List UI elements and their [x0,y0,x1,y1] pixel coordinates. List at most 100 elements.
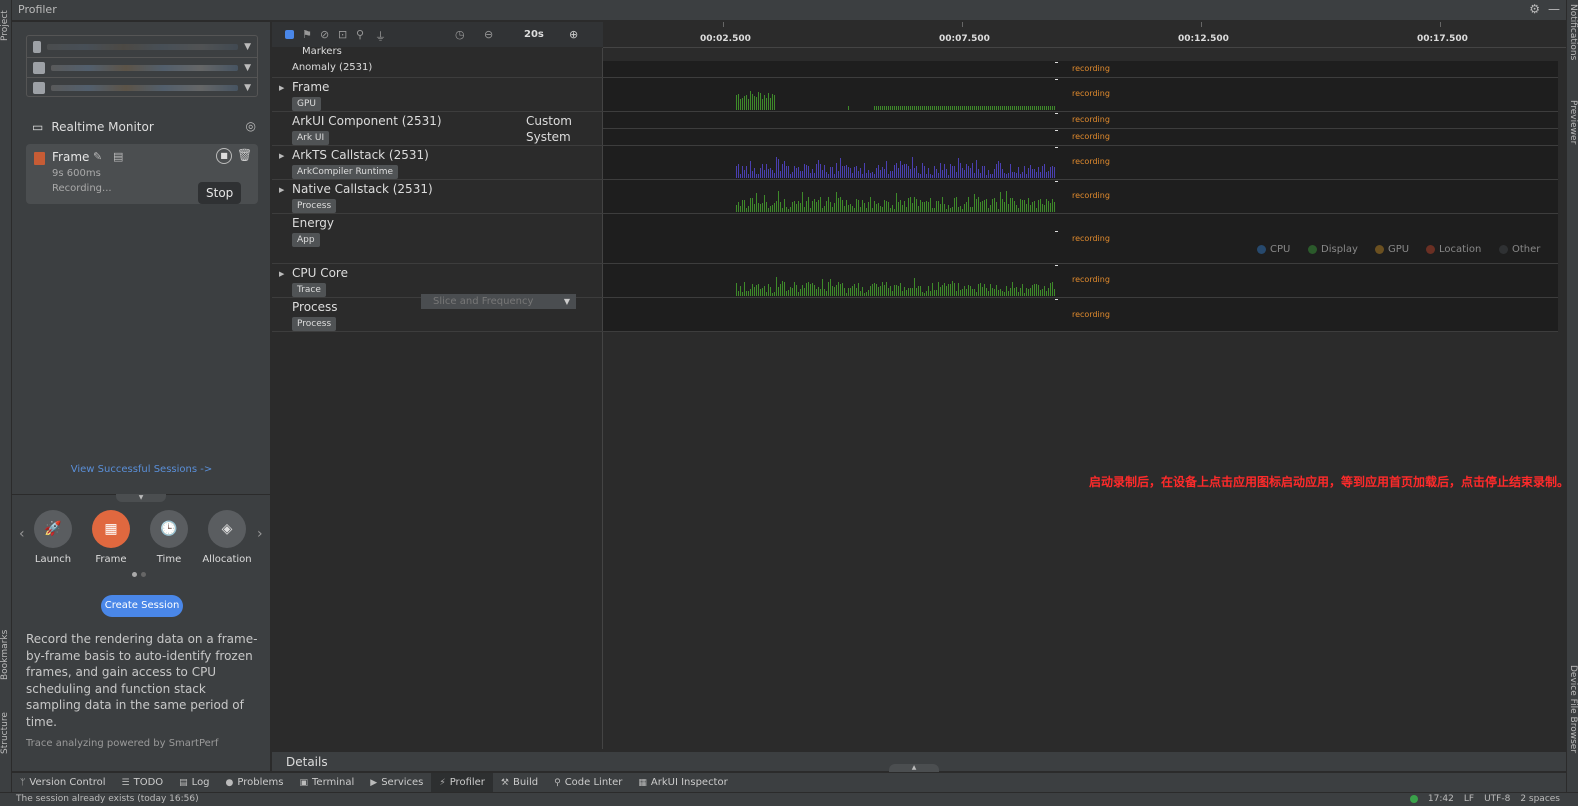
activity-bar [804,287,805,296]
tab-arkui-inspector[interactable]: ▦ ArkUI Inspector [630,773,735,793]
structure-tab[interactable]: Structure [0,705,12,761]
activity-bar [1022,284,1023,296]
activity-bar [792,287,793,296]
cpu-view-mode-select[interactable]: Slice and Frequency ▼ [421,294,576,309]
activity-bar [920,286,921,296]
track-arkui-component[interactable]: ArkUI Component (2531) Ark UI Custom Sys… [272,112,603,146]
activity-bar [982,106,983,110]
bookmarks-tab[interactable]: Bookmarks [0,625,12,685]
search-icon[interactable]: ⚲ [356,28,364,41]
activity-bar [944,164,945,178]
tab-services[interactable]: ▶ Services [362,773,431,793]
device-select[interactable]: ▼ [33,37,251,57]
record-icon[interactable] [285,30,294,39]
device-file-browser-tab[interactable]: Device File Browser [1566,665,1578,770]
task-allocation[interactable]: ◈ Allocation [197,510,257,565]
zoom-out-icon[interactable]: ⊖ [484,28,493,41]
activity-bar [932,208,933,212]
flag-icon[interactable]: ⚑ [302,28,312,41]
activity-bar [956,172,957,178]
notifications-tab[interactable]: Notifications [1566,4,1578,84]
chevron-down-icon[interactable]: ▼ [244,83,251,93]
block-icon[interactable]: ⊘ [320,28,329,41]
minimize-icon[interactable]: — [1548,2,1560,16]
track-frame[interactable]: ▶ Frame GPU [272,78,603,112]
activity-bar [1000,163,1001,178]
chevron-down-icon[interactable]: ▼ [244,42,251,52]
activity-bar [878,165,879,178]
legend-label: Display [1321,244,1358,255]
cursor-position[interactable]: 17:42 [1428,794,1454,804]
activity-bar [828,282,829,296]
activity-bar [752,94,753,110]
task-launch[interactable]: 🚀 Launch [23,510,83,565]
activity-bar [978,169,979,178]
tab-problems[interactable]: ● Problems [218,773,292,793]
settings-icon[interactable]: ⚙ [1529,2,1540,16]
activity-bar [888,173,889,178]
activity-bar [880,106,881,110]
tab-build[interactable]: ⚒ Build [493,773,546,793]
track-data-area[interactable]: recording recording recording recording … [603,48,1569,749]
snapshot-icon[interactable]: ⊡ [338,28,347,41]
tab-profiler[interactable]: ⚡ Profiler [431,772,493,793]
chevron-down-icon[interactable]: ▼ [244,63,251,73]
tab-todo[interactable]: ☰ TODO [114,773,172,793]
stop-icon[interactable]: ■ [216,148,232,164]
activity-bar [824,288,825,296]
subtrack-custom: Custom [526,114,572,128]
chevron-right-icon[interactable]: › [257,526,263,542]
track-arkts-callstack[interactable]: ▶ ArkTS Callstack (2531) ArkCompiler Run… [272,146,603,180]
recording-label: recording [1072,157,1110,166]
activity-bar [940,287,941,296]
activity-bar [912,202,913,212]
activity-bar [814,198,815,212]
activity-bar [902,205,903,212]
expand-arrow-icon[interactable]: ▶ [279,186,284,194]
file-encoding[interactable]: UTF-8 [1484,794,1510,804]
app-select[interactable]: ▼ [33,58,251,78]
create-session-button[interactable]: Create Session [101,595,183,617]
track-anomaly[interactable]: Anomaly (2531) [272,61,603,78]
activity-bar [784,199,785,212]
collapse-handle[interactable]: ▼ [116,494,166,502]
expand-arrow-icon[interactable]: ▶ [279,152,284,160]
timeline-ruler[interactable]: 00:02.500 00:07.500 00:12.500 00:17.500 [603,22,1566,48]
indent-setting[interactable]: 2 spaces [1520,794,1560,804]
activity-bar [754,95,755,110]
track-native-callstack[interactable]: ▶ Native Callstack (2531) Process [272,180,603,214]
tab-version-control[interactable]: ᛘ Version Control [12,773,114,793]
view-successful-sessions-link[interactable]: View Successful Sessions -> [12,464,271,475]
filter-icon[interactable]: ⏚ [375,28,386,44]
tab-code-linter[interactable]: ⚲ Code Linter [546,773,630,793]
previewer-tab[interactable]: Previewer [1566,100,1578,152]
process-select[interactable]: ▼ [33,78,251,98]
tab-label: Profiler [449,777,485,788]
details-panel-header[interactable]: Details ▲ [272,751,1566,772]
target-icon[interactable]: ◎ [246,119,256,133]
activity-bar [748,291,749,296]
expand-arrow-icon[interactable]: ▶ [279,270,284,278]
details-icon[interactable]: ▤ [113,150,123,163]
realtime-monitor[interactable]: ▭ Realtime Monitor ◎ [32,119,256,135]
expand-handle-icon[interactable]: ▲ [889,764,939,772]
track-cpu-core[interactable]: ▶ CPU Core Trace [272,264,603,298]
tab-terminal[interactable]: ▣ Terminal [292,773,363,793]
activity-bar [890,106,891,110]
expand-arrow-icon[interactable]: ▶ [279,84,284,92]
line-separator[interactable]: LF [1464,794,1474,804]
activity-bar [1006,106,1007,110]
timer-icon[interactable]: ◷ [455,28,465,41]
task-frame[interactable]: ▦ Frame [81,510,141,565]
activity-bar [748,205,749,212]
edit-icon[interactable]: ✎ [93,150,102,163]
task-time[interactable]: 🕒 Time [139,510,199,565]
chevron-down-icon[interactable]: ▼ [564,294,570,309]
tab-log[interactable]: ▤ Log [171,773,217,793]
activity-bar [984,283,985,296]
activity-bar [796,168,797,178]
project-tab[interactable]: Project [0,6,12,46]
zoom-in-icon[interactable]: ⊕ [569,28,578,41]
track-energy[interactable]: Energy App [272,214,603,264]
trash-icon[interactable]: 🗑 [237,148,252,162]
